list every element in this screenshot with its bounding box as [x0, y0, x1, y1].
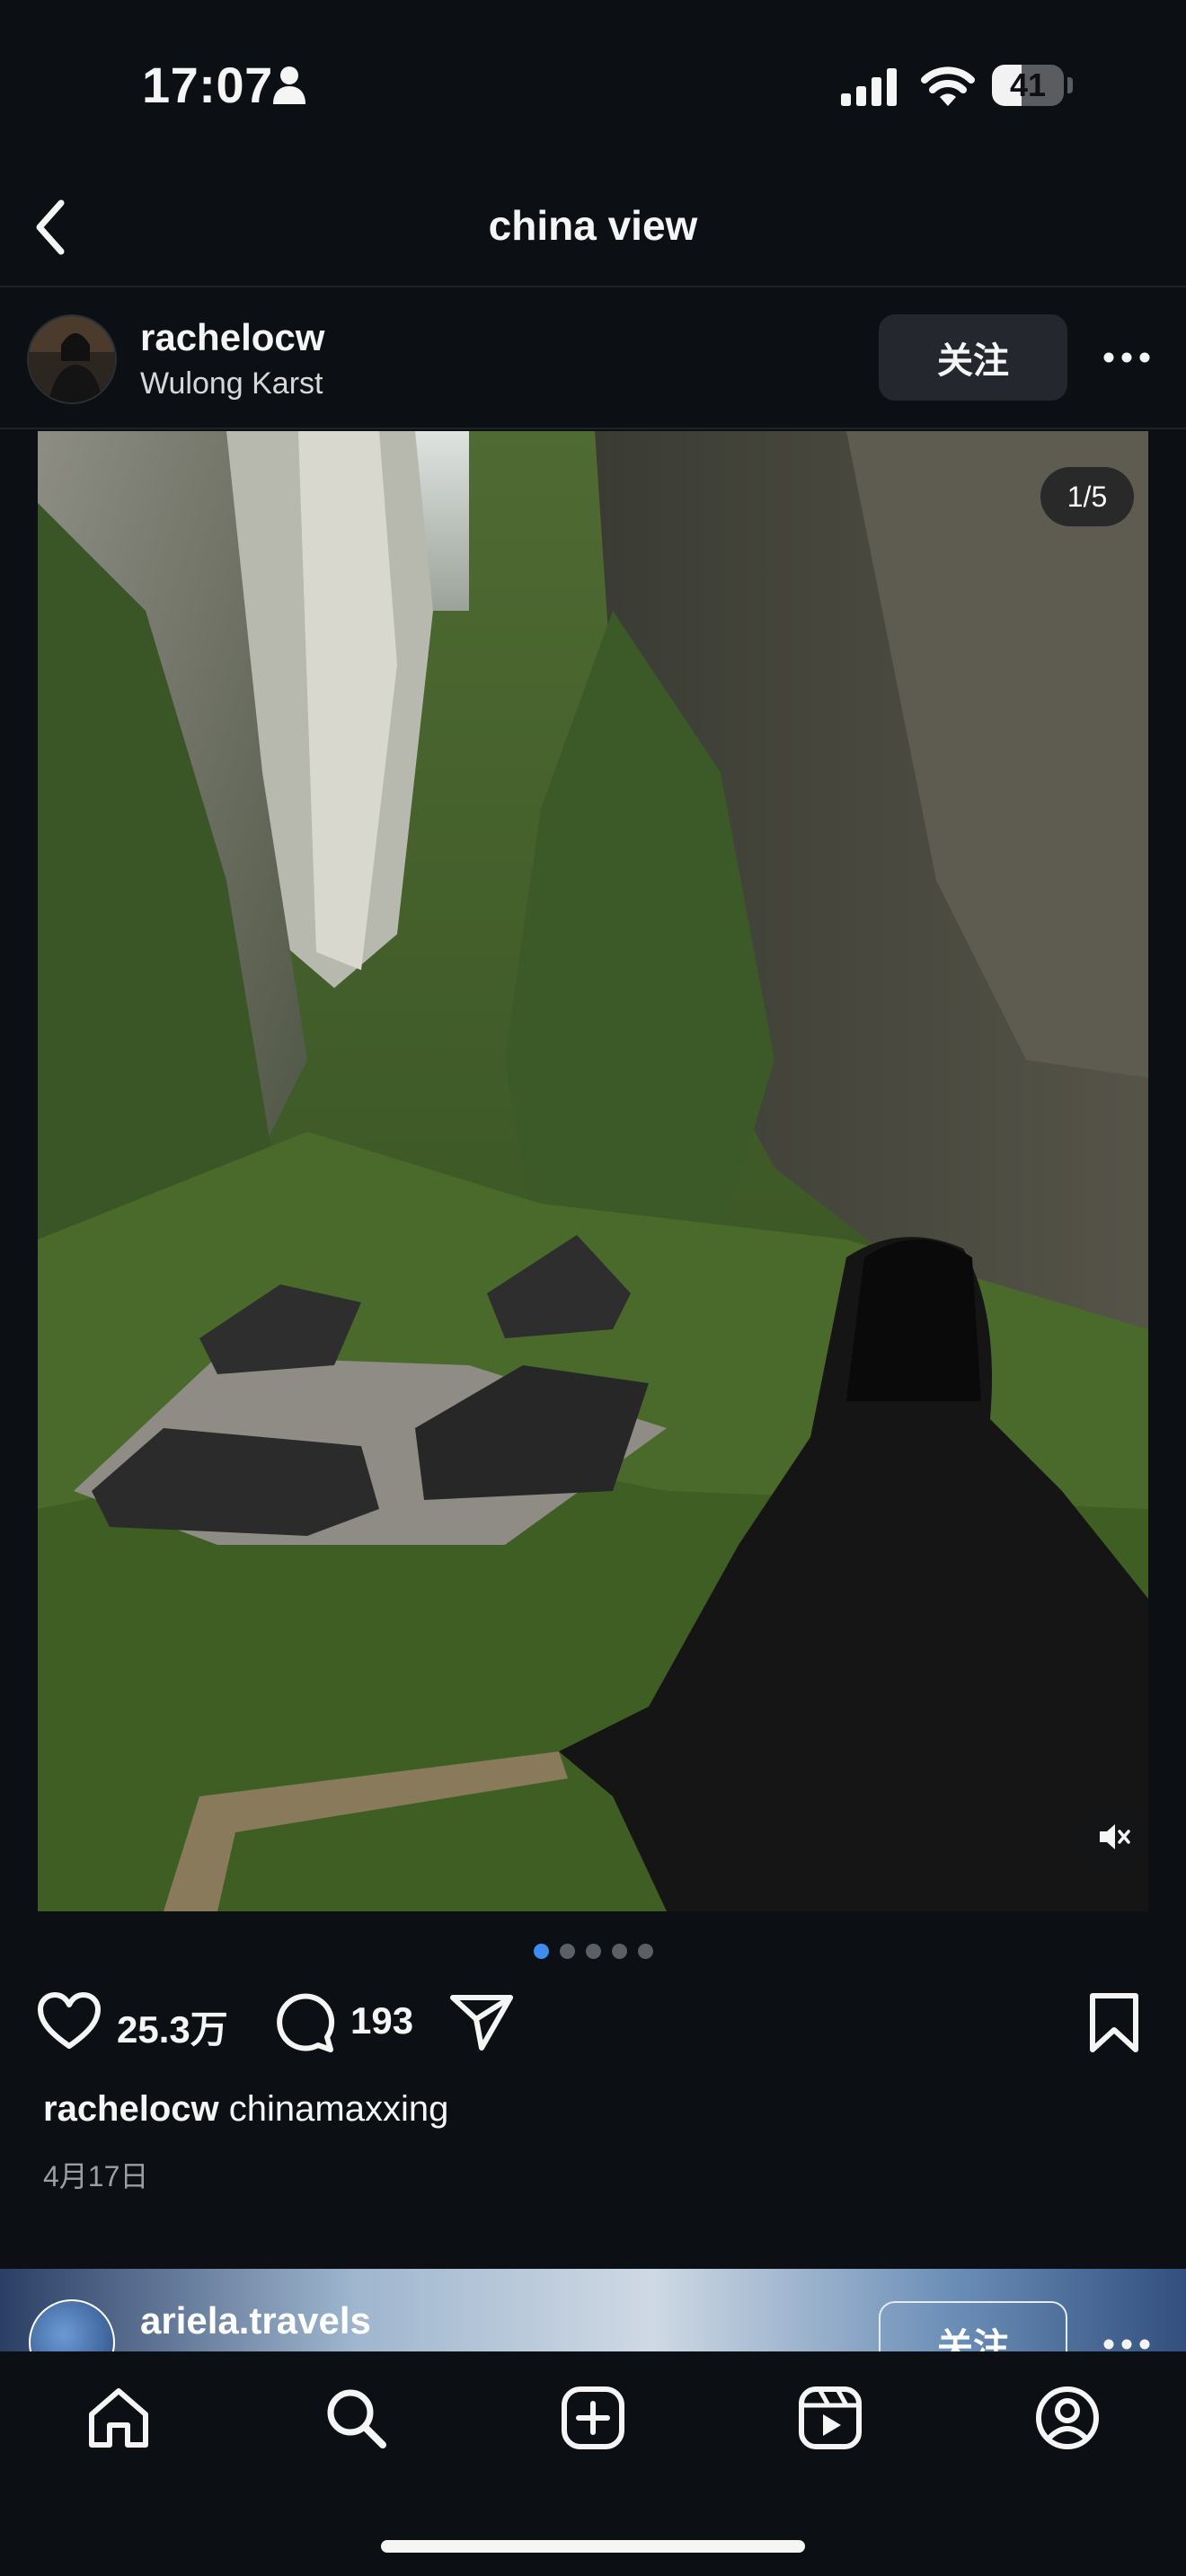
header-divider: [0, 286, 1186, 287]
wifi-icon: [921, 66, 975, 106]
mute-icon: [1100, 1824, 1130, 1849]
bookmark-icon[interactable]: [1087, 1990, 1141, 2055]
photo-counter: 1/5: [1040, 467, 1134, 526]
like-count[interactable]: 25.3万: [117, 1999, 228, 2054]
share-icon[interactable]: [449, 1992, 514, 2051]
post-location[interactable]: Wulong Karst: [140, 366, 323, 401]
battery-level: 41: [1009, 66, 1047, 103]
post-photo[interactable]: [38, 431, 1148, 1911]
caption-username[interactable]: rachelocw: [43, 2089, 219, 2129]
home-icon[interactable]: [84, 2384, 153, 2452]
profile-icon[interactable]: [1033, 2384, 1102, 2452]
search-icon[interactable]: [322, 2384, 390, 2452]
signal-icon: [841, 68, 897, 106]
carousel-dot: [585, 1944, 601, 1959]
post-avatar[interactable]: [27, 314, 117, 404]
reels-icon[interactable]: [796, 2384, 864, 2452]
page-title: china view: [488, 202, 698, 249]
carousel-dot: [533, 1944, 549, 1959]
create-icon[interactable]: [559, 2384, 627, 2452]
comment-count[interactable]: 193: [350, 1999, 413, 2042]
post-caption: rachelocw chinamaxxing: [43, 2089, 448, 2130]
next-post-username[interactable]: ariela.travels: [140, 2299, 371, 2342]
follow-button[interactable]: 关注: [879, 314, 1067, 401]
post-date: 4月17日: [43, 2160, 149, 2192]
person-icon: [273, 66, 305, 104]
status-time: 17:07: [142, 57, 273, 113]
carousel-dot: [559, 1944, 575, 1959]
post-username[interactable]: rachelocw: [140, 316, 324, 359]
carousel-dot: [611, 1944, 627, 1959]
heart-icon[interactable]: [36, 1990, 102, 2051]
carousel-dots: [0, 1944, 1186, 1959]
caption-text: chinamaxxing: [228, 2089, 449, 2129]
home-indicator: [381, 2540, 805, 2553]
mute-button[interactable]: [1082, 1805, 1145, 1868]
next-more-icon[interactable]: [1102, 2335, 1152, 2351]
comment-icon[interactable]: [273, 1990, 336, 2053]
next-follow-button[interactable]: 关注: [879, 2301, 1067, 2351]
carousel-dot: [637, 1944, 653, 1959]
next-post-header: ariela.travels 关注: [0, 2269, 1186, 2351]
battery-icon: 41: [992, 65, 1073, 106]
post-header-divider: [0, 428, 1186, 429]
more-icon[interactable]: [1102, 348, 1152, 366]
